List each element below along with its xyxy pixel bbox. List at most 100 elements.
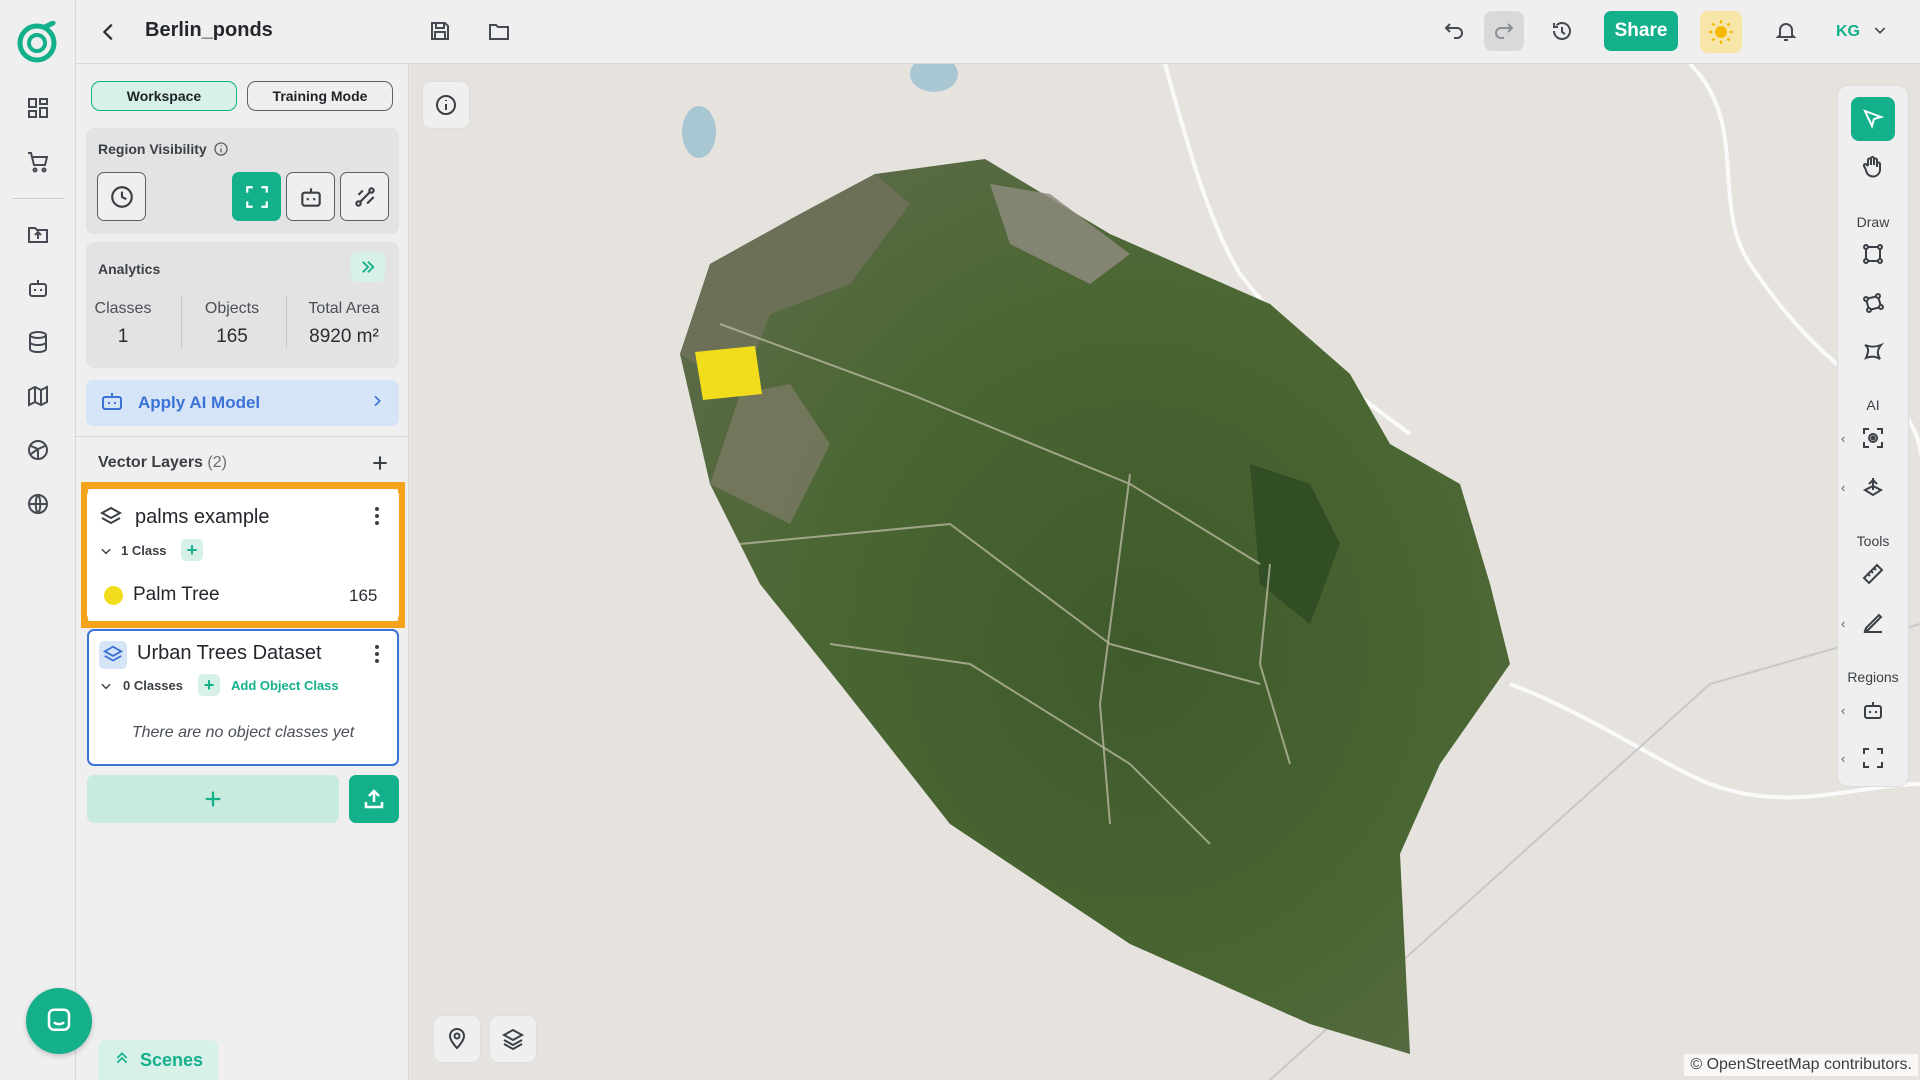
redo-icon[interactable] <box>1484 11 1524 51</box>
stat-classes-value: 1 <box>117 326 129 347</box>
chevron-up-double-icon <box>114 1050 130 1071</box>
user-initials: KG <box>1836 23 1860 40</box>
undo-icon[interactable] <box>1434 11 1474 51</box>
layer-name: palms example <box>135 506 270 528</box>
panel-divider <box>76 436 409 437</box>
app-logo-icon[interactable] <box>14 20 60 66</box>
stat-objects-value: 165 <box>216 326 248 347</box>
palm-detections[interactable] <box>695 346 762 400</box>
expand-left-chevron-icon[interactable]: ‹ <box>1841 431 1845 446</box>
kebab-menu-icon[interactable] <box>373 505 381 532</box>
expand-left-chevron-icon[interactable]: ‹ <box>1841 751 1845 766</box>
map-icon[interactable] <box>20 378 56 414</box>
tools-section-label: Tools <box>1856 533 1890 549</box>
robot-icon[interactable] <box>20 270 56 306</box>
ruler-icon[interactable] <box>1851 552 1895 596</box>
class-name[interactable]: Palm Tree <box>133 584 220 606</box>
layers-panel: Workspace Training Mode Region Visibilit… <box>76 64 409 1080</box>
stat-divider <box>286 296 287 348</box>
apply-ai-model-label: Apply AI Model <box>138 393 261 412</box>
globe-icon[interactable] <box>20 486 56 522</box>
class-object-count: 165 <box>349 586 378 605</box>
apply-ai-model-button[interactable]: Apply AI Model <box>86 380 399 426</box>
ai-region-toggle[interactable] <box>286 172 335 221</box>
scenes-button[interactable]: Scenes <box>98 1040 218 1080</box>
database-icon[interactable] <box>20 324 56 360</box>
ai-detect-icon[interactable] <box>1851 416 1895 460</box>
expand-left-chevron-icon[interactable]: ‹ <box>1841 703 1845 718</box>
add-class-icon[interactable]: + <box>198 674 220 696</box>
ai-region-icon[interactable] <box>1851 688 1895 732</box>
map-attribution[interactable]: © OpenStreetMap contributors. <box>1684 1054 1918 1076</box>
add-layer-icon[interactable] <box>370 453 390 478</box>
map-info-icon[interactable] <box>423 82 469 128</box>
expand-left-chevron-icon[interactable]: ‹ <box>1841 480 1845 495</box>
polygon-draw-icon[interactable] <box>1851 281 1895 325</box>
draw-section-label: Draw <box>1856 214 1890 230</box>
folder-icon[interactable] <box>479 11 519 51</box>
region-frame-toggle[interactable] <box>232 172 281 221</box>
chevron-right-icon <box>369 393 385 414</box>
user-avatar[interactable]: KG <box>1830 13 1902 51</box>
add-object-class-link[interactable]: Add Object Class <box>231 678 339 693</box>
add-layer-button[interactable] <box>87 775 339 823</box>
vector-layers-label: Vector Layers <box>98 454 203 471</box>
expand-analytics-icon[interactable] <box>351 252 385 282</box>
kebab-menu-icon[interactable] <box>373 643 381 670</box>
layers-stack-icon <box>99 505 123 534</box>
chevron-down-icon <box>1872 22 1888 43</box>
pencil-icon[interactable] <box>1851 601 1895 645</box>
share-button[interactable]: Share <box>1604 11 1678 51</box>
basemap-layers-icon[interactable] <box>490 1016 536 1062</box>
ai-section-label: AI <box>1866 397 1880 413</box>
region-visibility-label: Region Visibility <box>98 141 207 157</box>
freeform-polygon-icon[interactable] <box>1851 330 1895 374</box>
tab-workspace[interactable]: Workspace <box>91 81 237 111</box>
dashboard-grid-icon[interactable] <box>20 90 56 126</box>
rail-divider <box>12 198 64 199</box>
folder-upload-icon[interactable] <box>20 216 56 252</box>
class-count: 0 Classes <box>123 678 183 693</box>
vector-layers-count: (2) <box>207 454 227 471</box>
empty-classes-text: There are no object classes yet <box>131 724 355 741</box>
chat-support-icon[interactable] <box>26 988 92 1054</box>
stat-classes-label: Classes <box>94 300 152 317</box>
rectangle-draw-icon[interactable] <box>1851 232 1895 276</box>
chevron-down-icon[interactable] <box>99 679 113 698</box>
map-canvas[interactable]: © OpenStreetMap contributors. <box>410 64 1920 1080</box>
tab-training-mode[interactable]: Training Mode <box>247 81 393 111</box>
robot-icon <box>100 389 124 418</box>
edit-region-toggle[interactable] <box>340 172 389 221</box>
stat-objects-label: Objects <box>204 300 260 317</box>
notification-bell-icon[interactable] <box>1766 11 1806 51</box>
location-pin-icon[interactable] <box>434 1016 480 1062</box>
add-class-icon[interactable]: + <box>181 539 203 561</box>
vector-layers-title: Vector Layers (2) <box>98 454 227 472</box>
info-icon[interactable] <box>213 141 229 162</box>
save-icon[interactable] <box>420 11 460 51</box>
layer-card-palms[interactable]: palms example 1 Class + Palm Tree 165 <box>87 489 399 621</box>
chevron-down-icon[interactable] <box>99 544 113 563</box>
back-chevron-icon[interactable] <box>89 12 129 52</box>
project-title: Berlin_ponds <box>145 19 273 41</box>
layers-stack-icon <box>99 641 127 669</box>
layer-card-urban-trees[interactable]: Urban Trees Dataset 0 Classes + Add Obje… <box>87 629 399 766</box>
cart-icon[interactable] <box>20 144 56 180</box>
globe-network-icon[interactable] <box>20 432 56 468</box>
time-visibility-button[interactable] <box>97 172 146 221</box>
ai-segment-icon[interactable] <box>1851 465 1895 509</box>
drawing-toolbar: Draw AI ‹ ‹ Tools ‹ Regions ‹ ‹ <box>1838 86 1908 786</box>
top-bar: Berlin_ponds Share KG <box>76 0 1920 64</box>
history-icon[interactable] <box>1542 11 1582 51</box>
expand-left-chevron-icon[interactable]: ‹ <box>1841 616 1845 631</box>
select-cursor-icon[interactable] <box>1851 97 1895 141</box>
stat-divider <box>181 296 182 348</box>
palm-tree-color-dot <box>104 586 123 605</box>
layer-name: Urban Trees Dataset <box>137 642 322 664</box>
analytics-label: Analytics <box>98 261 161 277</box>
region-frame-icon[interactable] <box>1851 736 1895 780</box>
stat-area-value: 8920 m² <box>309 326 379 347</box>
theme-sun-icon[interactable] <box>1700 11 1742 53</box>
upload-button[interactable] <box>349 775 399 823</box>
pan-hand-icon[interactable] <box>1851 145 1895 189</box>
